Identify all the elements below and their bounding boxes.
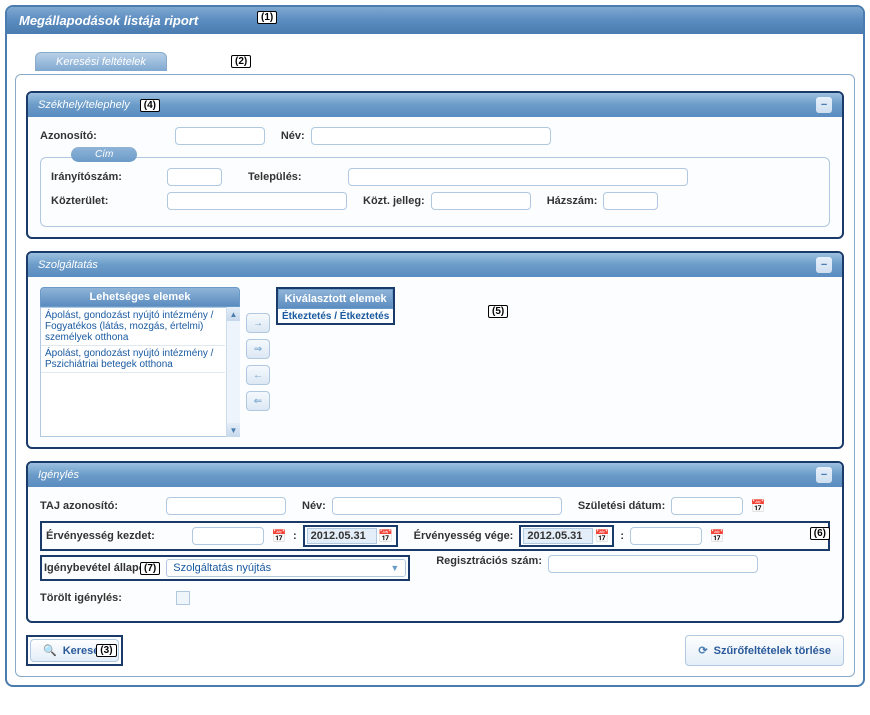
- list-item[interactable]: Ápolást, gondozást nyújtó intézmény / Fo…: [41, 308, 225, 346]
- valid-from-label: Érvényesség kezdet:: [46, 530, 186, 542]
- main-panel: Megállapodások listája riport (1) Keresé…: [5, 5, 865, 687]
- calendar-icon[interactable]: 📅: [750, 498, 766, 514]
- available-listbox[interactable]: Ápolást, gondozást nyújtó intézmény / Fo…: [40, 307, 240, 437]
- section-service-title: Szolgáltatás: [38, 259, 98, 271]
- birth-label: Születési dátum:: [578, 500, 665, 512]
- collapse-button[interactable]: −: [816, 467, 832, 483]
- section-claim: Igénylés − TAJ azonosító: Név: Születési…: [26, 461, 844, 623]
- calendar-icon[interactable]: 📅: [594, 528, 610, 544]
- refresh-icon: ⟳: [698, 644, 707, 657]
- page-title-bar: Megállapodások listája riport (1): [7, 7, 863, 34]
- street-label: Közterület:: [51, 195, 161, 207]
- tab-body: Székhely/telephely (4) − Azonosító: Név:: [15, 74, 855, 677]
- scrollbar[interactable]: ▲ ▼: [226, 307, 240, 437]
- reg-input[interactable]: [548, 555, 758, 573]
- selected-header: Kiválasztott elemek: [278, 289, 393, 309]
- valid-to-start-value[interactable]: 2012.05.31: [523, 528, 593, 544]
- houseno-label: Házszám:: [547, 195, 598, 207]
- deleted-label: Törölt igénylés:: [40, 592, 170, 604]
- section-service: Szolgáltatás − Lehetséges elemek Ápolást…: [26, 251, 844, 449]
- tab-search-criteria[interactable]: Keresési feltételek: [35, 52, 167, 71]
- search-icon: 🔍: [43, 644, 57, 657]
- scroll-down-icon[interactable]: ▼: [227, 423, 240, 437]
- address-legend: Cím: [71, 147, 137, 162]
- move-left-button[interactable]: ←: [246, 365, 270, 385]
- move-right-button[interactable]: →: [246, 313, 270, 333]
- annotation-6: (6): [810, 527, 830, 540]
- scroll-up-icon[interactable]: ▲: [227, 307, 240, 321]
- street-type-label: Közt. jelleg:: [363, 195, 425, 207]
- status-label: Igénybevétel állapota:: [44, 562, 134, 574]
- section-hq: Székhely/telephely (4) − Azonosító: Név:: [26, 91, 844, 239]
- city-label: Település:: [248, 171, 302, 183]
- section-hq-title: Székhely/telephely: [38, 99, 130, 111]
- selected-item[interactable]: Étkeztetés / Étkeztetés: [278, 309, 393, 323]
- birth-input[interactable]: [671, 497, 743, 515]
- valid-from-start-input[interactable]: [192, 527, 264, 545]
- status-dropdown[interactable]: Szolgáltatás nyújtás ▼: [166, 559, 406, 577]
- clear-filters-button[interactable]: ⟳ Szűrőfeltételek törlése: [685, 635, 844, 666]
- annotation-7: (7): [140, 562, 160, 575]
- section-claim-title: Igénylés: [38, 469, 79, 481]
- street-type-input[interactable]: [431, 192, 531, 210]
- page-title: Megállapodások listája riport: [19, 13, 198, 28]
- calendar-icon[interactable]: 📅: [271, 528, 287, 544]
- houseno-input[interactable]: [603, 192, 658, 210]
- colon: :: [620, 530, 624, 542]
- reg-label: Regisztrációs szám:: [436, 555, 542, 581]
- taj-input[interactable]: [166, 497, 286, 515]
- move-right-all-button[interactable]: ⇒: [246, 339, 270, 359]
- street-input[interactable]: [167, 192, 347, 210]
- calendar-icon[interactable]: 📅: [709, 528, 725, 544]
- colon: :: [293, 530, 297, 542]
- zip-label: Irányítószám:: [51, 171, 161, 183]
- annotation-1: (1): [257, 11, 277, 24]
- list-item[interactable]: Ápolást, gondozást nyújtó intézmény / Ps…: [41, 346, 225, 373]
- claim-name-label: Név:: [302, 500, 326, 512]
- annotation-4: (4): [140, 99, 160, 112]
- name-label: Név:: [281, 130, 305, 142]
- deleted-checkbox[interactable]: [176, 591, 190, 605]
- available-header: Lehetséges elemek: [40, 287, 240, 307]
- name-input[interactable]: [311, 127, 551, 145]
- zip-input[interactable]: [167, 168, 222, 186]
- valid-from-end-value[interactable]: 2012.05.31: [307, 528, 377, 544]
- id-label: Azonosító:: [40, 130, 97, 142]
- chevron-down-icon: ▼: [390, 563, 399, 573]
- move-left-all-button[interactable]: ⇐: [246, 391, 270, 411]
- claim-name-input[interactable]: [332, 497, 562, 515]
- city-input[interactable]: [348, 168, 688, 186]
- address-fieldset: Cím Irányítószám: Település: Közterület:: [40, 157, 830, 227]
- annotation-5: (5): [488, 305, 508, 318]
- calendar-icon[interactable]: 📅: [378, 528, 394, 544]
- valid-to-end-input[interactable]: [630, 527, 702, 545]
- taj-label: TAJ azonosító:: [40, 500, 160, 512]
- annotation-3: (3): [96, 644, 116, 657]
- id-input[interactable]: [175, 127, 265, 145]
- annotation-2: (2): [231, 55, 251, 68]
- collapse-button[interactable]: −: [816, 257, 832, 273]
- valid-to-label: Érvényesség vége:: [414, 530, 514, 542]
- collapse-button[interactable]: −: [816, 97, 832, 113]
